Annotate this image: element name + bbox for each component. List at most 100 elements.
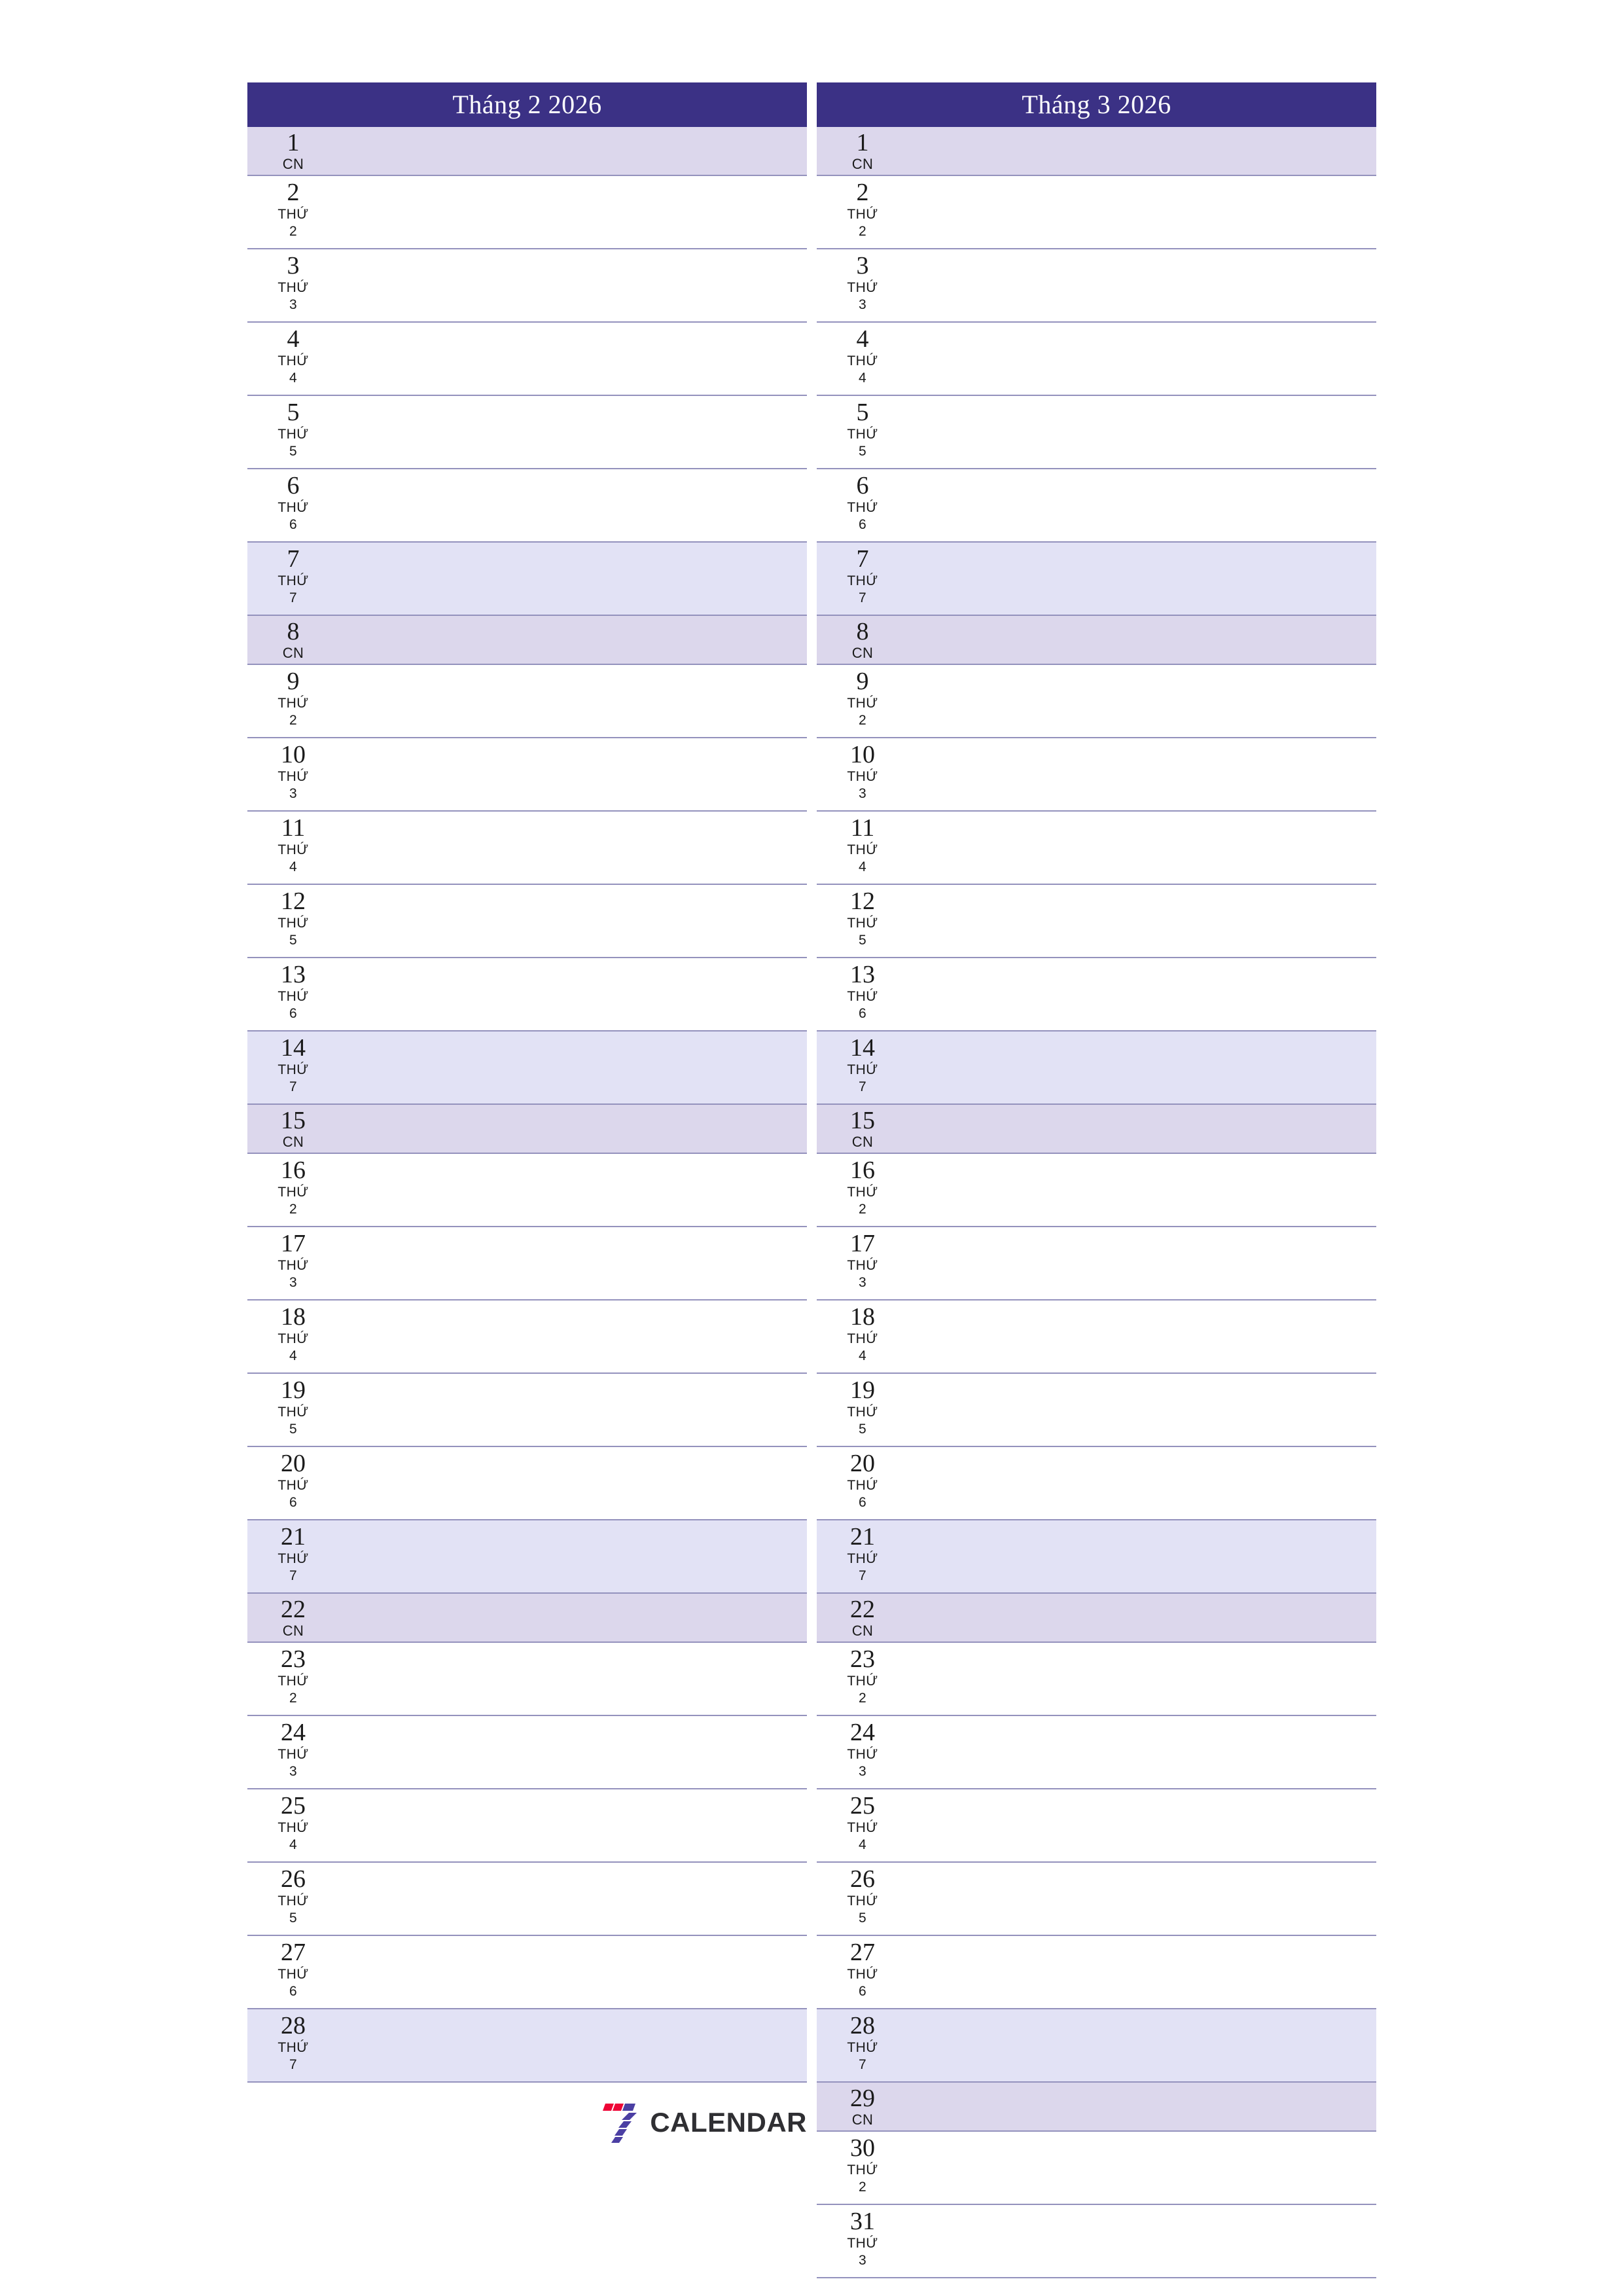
- day-row[interactable]: 17 THỨ 3: [247, 1227, 807, 1300]
- day-row[interactable]: 7 THỨ 7: [247, 543, 807, 616]
- day-note-area[interactable]: [339, 323, 807, 395]
- day-row[interactable]: 5 THỨ 5: [247, 396, 807, 469]
- day-row[interactable]: 9 THỨ 2: [247, 665, 807, 738]
- day-row[interactable]: 26 THỨ 5: [817, 1863, 1376, 1936]
- day-note-area[interactable]: [339, 1789, 807, 1861]
- day-row[interactable]: 11 THỨ 4: [247, 812, 807, 885]
- day-row[interactable]: 6 THỨ 6: [247, 469, 807, 543]
- day-row[interactable]: 23 THỨ 2: [817, 1643, 1376, 1716]
- day-note-area[interactable]: [908, 1300, 1376, 1372]
- day-row[interactable]: 22 CN: [817, 1594, 1376, 1643]
- day-note-area[interactable]: [908, 1716, 1376, 1788]
- day-row[interactable]: 21 THỨ 7: [817, 1520, 1376, 1594]
- day-row[interactable]: 7 THỨ 7: [817, 543, 1376, 616]
- day-row[interactable]: 6 THỨ 6: [817, 469, 1376, 543]
- day-note-area[interactable]: [339, 812, 807, 884]
- day-note-area[interactable]: [339, 543, 807, 615]
- day-row[interactable]: 30 THỨ 2: [817, 2132, 1376, 2205]
- day-note-area[interactable]: [339, 249, 807, 321]
- day-note-area[interactable]: [339, 1520, 807, 1592]
- day-note-area[interactable]: [339, 1031, 807, 1103]
- day-note-area[interactable]: [908, 1643, 1376, 1715]
- day-note-area[interactable]: [339, 665, 807, 737]
- day-row[interactable]: 21 THỨ 7: [247, 1520, 807, 1594]
- day-note-area[interactable]: [908, 2083, 1376, 2130]
- day-note-area[interactable]: [339, 616, 807, 664]
- day-row[interactable]: 4 THỨ 4: [817, 323, 1376, 396]
- day-row[interactable]: 23 THỨ 2: [247, 1643, 807, 1716]
- day-note-area[interactable]: [339, 885, 807, 957]
- day-row[interactable]: 8 CN: [247, 616, 807, 665]
- day-row[interactable]: 18 THỨ 4: [247, 1300, 807, 1374]
- day-note-area[interactable]: [908, 1447, 1376, 1519]
- day-note-area[interactable]: [908, 396, 1376, 468]
- day-row[interactable]: 28 THỨ 7: [247, 2009, 807, 2083]
- day-row[interactable]: 13 THỨ 6: [247, 958, 807, 1031]
- day-note-area[interactable]: [908, 1863, 1376, 1935]
- day-row[interactable]: 20 THỨ 6: [817, 1447, 1376, 1520]
- day-row[interactable]: 24 THỨ 3: [247, 1716, 807, 1789]
- day-note-area[interactable]: [908, 1031, 1376, 1103]
- day-note-area[interactable]: [908, 543, 1376, 615]
- day-note-area[interactable]: [908, 885, 1376, 957]
- day-note-area[interactable]: [908, 1105, 1376, 1153]
- day-note-area[interactable]: [339, 1936, 807, 2008]
- day-row[interactable]: 19 THỨ 5: [817, 1374, 1376, 1447]
- day-note-area[interactable]: [908, 616, 1376, 664]
- day-note-area[interactable]: [339, 176, 807, 248]
- day-row[interactable]: 10 THỨ 3: [247, 738, 807, 812]
- day-note-area[interactable]: [339, 1300, 807, 1372]
- day-row[interactable]: 26 THỨ 5: [247, 1863, 807, 1936]
- day-note-area[interactable]: [908, 1374, 1376, 1446]
- day-row[interactable]: 31 THỨ 3: [817, 2205, 1376, 2278]
- day-note-area[interactable]: [908, 176, 1376, 248]
- day-note-area[interactable]: [908, 469, 1376, 541]
- day-note-area[interactable]: [908, 1227, 1376, 1299]
- day-row[interactable]: 1 CN: [817, 127, 1376, 176]
- day-note-area[interactable]: [908, 1789, 1376, 1861]
- day-row[interactable]: 15 CN: [247, 1105, 807, 1154]
- day-row[interactable]: 8 CN: [817, 616, 1376, 665]
- day-row[interactable]: 3 THỨ 3: [817, 249, 1376, 323]
- day-note-area[interactable]: [339, 1227, 807, 1299]
- day-note-area[interactable]: [339, 1643, 807, 1715]
- day-row[interactable]: 29 CN: [817, 2083, 1376, 2132]
- day-row[interactable]: 13 THỨ 6: [817, 958, 1376, 1031]
- day-row[interactable]: 28 THỨ 7: [817, 2009, 1376, 2083]
- day-row[interactable]: 11 THỨ 4: [817, 812, 1376, 885]
- day-note-area[interactable]: [908, 323, 1376, 395]
- day-note-area[interactable]: [908, 812, 1376, 884]
- day-row[interactable]: 17 THỨ 3: [817, 1227, 1376, 1300]
- day-note-area[interactable]: [339, 1447, 807, 1519]
- day-row[interactable]: 3 THỨ 3: [247, 249, 807, 323]
- day-row[interactable]: 16 THỨ 2: [817, 1154, 1376, 1227]
- day-row[interactable]: 16 THỨ 2: [247, 1154, 807, 1227]
- day-row[interactable]: 25 THỨ 4: [817, 1789, 1376, 1863]
- day-note-area[interactable]: [908, 249, 1376, 321]
- day-note-area[interactable]: [908, 1936, 1376, 2008]
- day-note-area[interactable]: [339, 127, 807, 175]
- day-row[interactable]: 14 THỨ 7: [247, 1031, 807, 1105]
- day-note-area[interactable]: [339, 2009, 807, 2081]
- day-note-area[interactable]: [339, 1105, 807, 1153]
- day-note-area[interactable]: [339, 1863, 807, 1935]
- day-note-area[interactable]: [339, 1374, 807, 1446]
- day-note-area[interactable]: [908, 2205, 1376, 2277]
- day-note-area[interactable]: [908, 1520, 1376, 1592]
- day-row[interactable]: 25 THỨ 4: [247, 1789, 807, 1863]
- day-row[interactable]: 27 THỨ 6: [247, 1936, 807, 2009]
- day-note-area[interactable]: [908, 665, 1376, 737]
- day-row[interactable]: 14 THỨ 7: [817, 1031, 1376, 1105]
- day-row[interactable]: 19 THỨ 5: [247, 1374, 807, 1447]
- day-note-area[interactable]: [908, 1594, 1376, 1641]
- day-row[interactable]: 1 CN: [247, 127, 807, 176]
- day-note-area[interactable]: [339, 469, 807, 541]
- day-row[interactable]: 12 THỨ 5: [247, 885, 807, 958]
- day-note-area[interactable]: [908, 958, 1376, 1030]
- day-note-area[interactable]: [339, 1594, 807, 1641]
- day-row[interactable]: 2 THỨ 2: [817, 176, 1376, 249]
- day-note-area[interactable]: [339, 1716, 807, 1788]
- day-note-area[interactable]: [339, 1154, 807, 1226]
- day-row[interactable]: 9 THỨ 2: [817, 665, 1376, 738]
- day-note-area[interactable]: [908, 738, 1376, 810]
